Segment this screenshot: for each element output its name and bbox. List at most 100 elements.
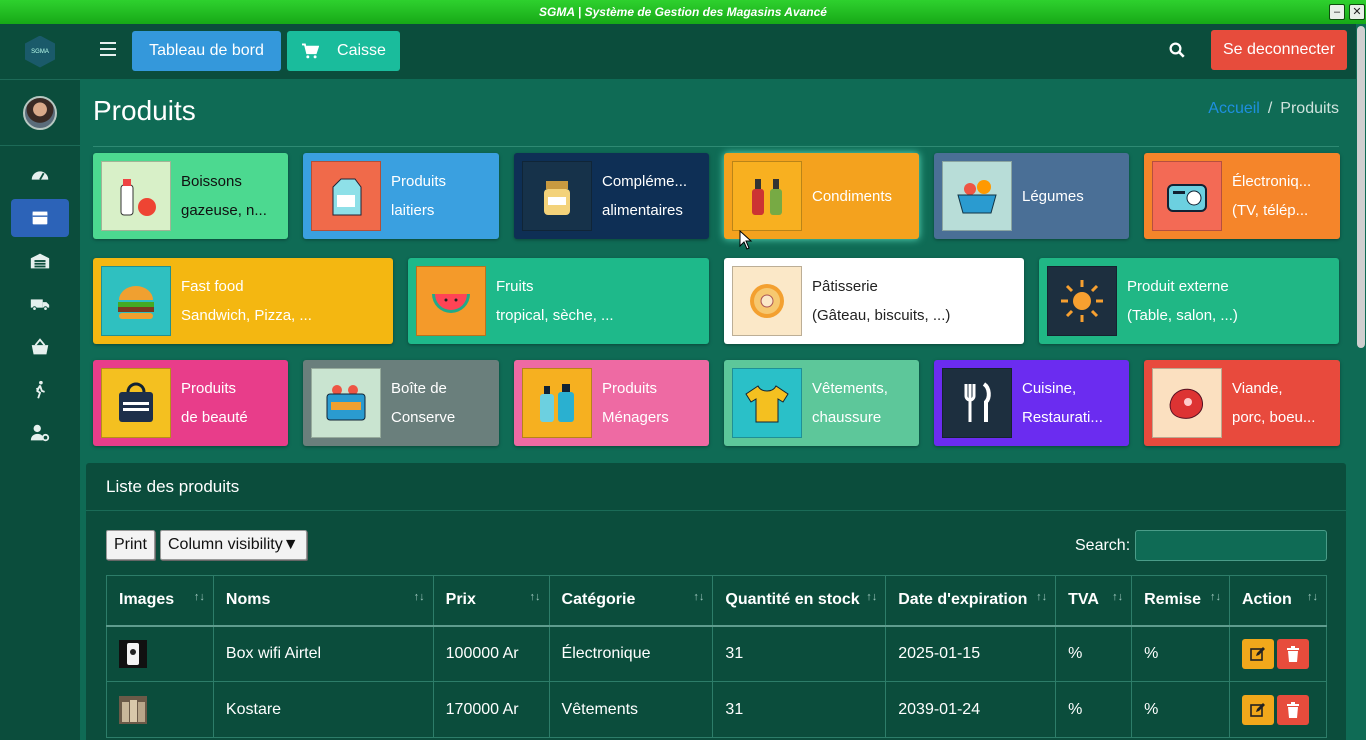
search-label: Search:: [1075, 537, 1131, 554]
product-price: 170000 Ar: [432, 681, 550, 738]
delete-button[interactable]: [1277, 638, 1309, 669]
category-card-boissons[interactable]: Boissons gazeuse, n...: [93, 153, 288, 239]
caisse-button[interactable]: Caisse: [287, 31, 400, 71]
sidebar-item-users[interactable]: [11, 414, 69, 452]
column-header-images[interactable]: Images ↑↓: [106, 575, 214, 627]
category-subtitle: (Gâteau, biscuits, ...): [812, 307, 951, 324]
products-panel: Liste des produits Print Column visibili…: [86, 463, 1346, 740]
product-name: Box wifi Airtel: [212, 625, 434, 682]
product-remise: %: [1131, 625, 1230, 682]
donut-icon: [732, 266, 802, 336]
tshirt-icon: [732, 368, 802, 438]
category-title: Fast food: [181, 278, 244, 295]
print-button[interactable]: Print: [106, 530, 155, 560]
product-image-cell: [106, 625, 214, 682]
sidebar-item-delivery[interactable]: [11, 285, 69, 323]
column-header-categorie[interactable]: Catégorie ↑↓: [548, 575, 714, 627]
category-card-patisserie[interactable]: Pâtisserie (Gâteau, biscuits, ...): [724, 258, 1024, 344]
sidebar-item-products[interactable]: [11, 199, 69, 237]
breadcrumb-home-link[interactable]: Accueil: [1208, 100, 1260, 117]
trash-icon: [1287, 645, 1299, 662]
basket-icon: [31, 338, 49, 355]
product-expiry: 2039-01-24: [885, 681, 1057, 738]
column-header-noms[interactable]: Noms ↑↓: [212, 575, 434, 627]
caisse-label: Caisse: [337, 42, 386, 59]
column-header-quantite[interactable]: Quantité en stock ↑↓: [712, 575, 887, 627]
sidebar-item-clients[interactable]: [11, 371, 69, 409]
category-card-fruits[interactable]: Fruits tropical, sèche, ...: [408, 258, 709, 344]
column-header-action[interactable]: Action ↑↓: [1229, 575, 1327, 627]
scrollbar-thumb[interactable]: [1357, 26, 1365, 348]
column-header-expiration[interactable]: Date d'expiration ↑↓: [885, 575, 1057, 627]
category-card-complements[interactable]: Compléme... alimentaires: [514, 153, 709, 239]
brand-logo[interactable]: SGMA: [0, 24, 80, 80]
table-row: Box wifi Airtel 100000 Ar Électronique 3…: [106, 625, 1327, 682]
category-card-legumes[interactable]: Légumes: [934, 153, 1129, 239]
breadcrumb-current: Produits: [1280, 100, 1339, 117]
search-icon[interactable]: [1168, 41, 1186, 59]
dashboard-icon: [31, 171, 49, 181]
divider: [86, 510, 1346, 511]
canned-food-icon: [311, 368, 381, 438]
product-thumbnail[interactable]: [119, 695, 147, 724]
category-card-cuisine[interactable]: Cuisine, Restaurati...: [934, 360, 1129, 446]
category-card-beaute[interactable]: Produits de beauté: [93, 360, 288, 446]
person-walking-icon: [36, 380, 45, 399]
edit-button[interactable]: [1242, 694, 1274, 725]
table-row: Kostare 170000 Ar Vêtements 31 2039-01-2…: [106, 681, 1327, 738]
category-card-laitiers[interactable]: Produits laitiers: [303, 153, 499, 239]
category-subtitle: Restaurati...: [1022, 409, 1103, 426]
page-scrollbar[interactable]: [1356, 24, 1366, 740]
panel-title: Liste des produits: [106, 477, 240, 496]
product-thumbnail[interactable]: [119, 639, 147, 668]
category-title: Boîte de: [391, 380, 447, 397]
column-header-tva[interactable]: TVA ↑↓: [1055, 575, 1133, 627]
category-subtitle: chaussure: [812, 409, 882, 426]
close-window-button[interactable]: ✕: [1349, 4, 1365, 20]
category-title: Compléme...: [602, 173, 688, 190]
watermelon-icon: [416, 266, 486, 336]
edit-icon: [1250, 702, 1265, 717]
category-subtitle: porc, boeu...: [1232, 409, 1316, 426]
logout-button[interactable]: Se deconnecter: [1211, 30, 1347, 70]
category-card-condiments[interactable]: Condiments: [724, 153, 919, 239]
avatar[interactable]: [23, 95, 57, 130]
category-title: Vêtements,: [812, 380, 888, 397]
category-card-viande[interactable]: Viande, porc, boeu...: [1144, 360, 1340, 446]
sort-icon: ↑↓: [1112, 591, 1124, 603]
category-subtitle: Sandwich, Pizza, ...: [181, 307, 312, 324]
column-header-prix[interactable]: Prix ↑↓: [432, 575, 550, 627]
sidebar-nav: [0, 146, 80, 452]
category-title: Cuisine,: [1022, 380, 1077, 397]
category-card-menagers[interactable]: Produits Ménagers: [514, 360, 709, 446]
category-card-produit-externe[interactable]: Produit externe (Table, salon, ...): [1039, 258, 1339, 344]
sun-icon: [1047, 266, 1117, 336]
cleaning-bottles-icon: [522, 368, 592, 438]
category-title: Pâtisserie: [812, 278, 878, 295]
menu-toggle-icon[interactable]: [100, 42, 116, 56]
sidebar-item-sales[interactable]: [11, 328, 69, 366]
edit-button[interactable]: [1242, 638, 1274, 669]
window-title: SGMA | Système de Gestion des Magasins A…: [539, 5, 827, 19]
column-header-remise[interactable]: Remise ↑↓: [1131, 575, 1230, 627]
sidebar-item-dashboard[interactable]: [11, 156, 69, 194]
delete-button[interactable]: [1277, 694, 1309, 725]
category-subtitle: alimentaires: [602, 202, 683, 219]
product-expiry: 2025-01-15: [885, 625, 1057, 682]
minimize-button[interactable]: –: [1329, 4, 1345, 20]
category-card-vetements[interactable]: Vêtements, chaussure: [724, 360, 919, 446]
product-remise: %: [1131, 681, 1230, 738]
milk-icon: [311, 161, 381, 231]
category-card-electronique[interactable]: Électroniq... (TV, télép...: [1144, 153, 1340, 239]
category-title: Condiments: [812, 187, 893, 205]
column-visibility-button[interactable]: Column visibility▼: [160, 530, 307, 560]
category-subtitle: de beauté: [181, 409, 248, 426]
category-card-conserve[interactable]: Boîte de Conserve: [303, 360, 499, 446]
sort-icon: ↑↓: [693, 591, 705, 603]
search-input[interactable]: [1135, 530, 1327, 561]
sidebar-item-warehouse[interactable]: [11, 242, 69, 280]
category-subtitle: Ménagers: [602, 409, 669, 426]
dashboard-button[interactable]: Tableau de bord: [132, 31, 281, 71]
products-table: Images ↑↓ Noms ↑↓ Prix ↑↓ Catégorie ↑↓ Quant…: [106, 575, 1327, 738]
category-card-fast-food[interactable]: Fast food Sandwich, Pizza, ...: [93, 258, 393, 344]
